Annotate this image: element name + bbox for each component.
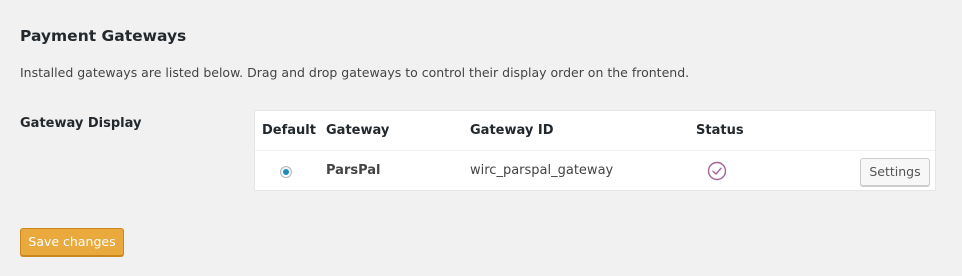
column-header-gateway: Gateway (326, 123, 390, 138)
gateway-display-label: Gateway Display (20, 116, 142, 131)
column-header-default: Default (262, 123, 316, 138)
payment-gateways-page: Payment Gateways Installed gateways are … (0, 0, 962, 276)
gateway-table: Default Gateway Gateway ID Status ParsPa… (254, 110, 936, 191)
check-circle-icon (707, 161, 727, 181)
column-header-gateway-id: Gateway ID (470, 123, 554, 138)
section-description: Installed gateways are listed below. Dra… (20, 65, 690, 80)
table-row[interactable]: ParsPal wirc_parspal_gateway Settings (255, 151, 935, 192)
gateway-id: wirc_parspal_gateway (470, 163, 614, 178)
save-changes-button[interactable]: Save changes (20, 228, 124, 256)
gateway-name: ParsPal (326, 163, 381, 178)
default-gateway-radio[interactable] (280, 166, 292, 178)
gateway-table-header: Default Gateway Gateway ID Status (255, 111, 935, 151)
column-header-status: Status (696, 123, 744, 138)
gateway-settings-button[interactable]: Settings (860, 158, 930, 186)
section-title: Payment Gateways (20, 27, 187, 45)
